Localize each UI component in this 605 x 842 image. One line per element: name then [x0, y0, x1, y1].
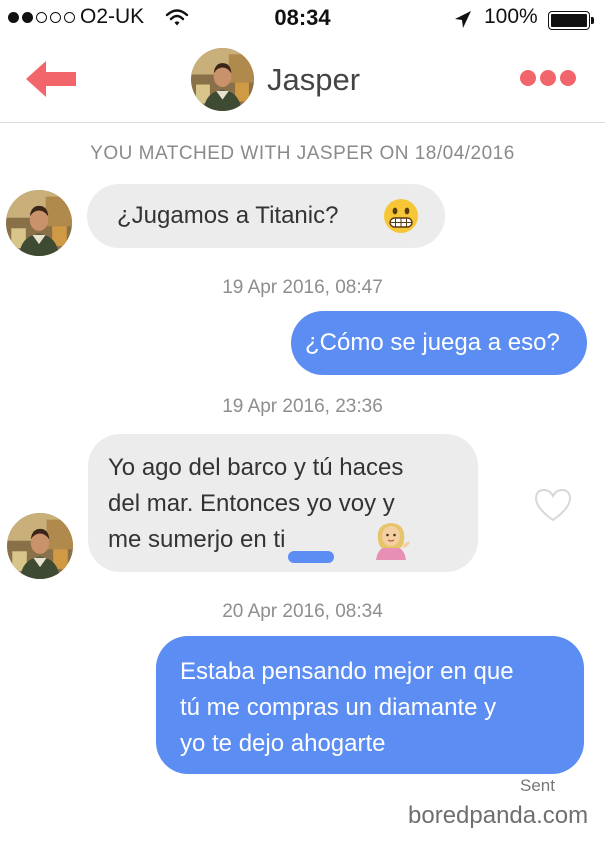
message-line: yo te dejo ahogarte	[180, 730, 386, 757]
battery-icon	[548, 11, 590, 30]
typing-indicator	[288, 551, 334, 563]
back-arrow-icon[interactable]	[22, 56, 80, 102]
incoming-message-bubble[interactable]: ¿Jugamos a Titanic?	[87, 184, 445, 248]
message-line: Yo ago del barco y tú haces	[108, 454, 404, 481]
message-text: ¿Cómo se juega a eso?	[305, 329, 560, 356]
header-avatar[interactable]	[191, 48, 254, 111]
outgoing-message-bubble[interactable]: Estaba pensando mejor en que tú me compr…	[156, 636, 584, 774]
message-timestamp: 20 Apr 2016, 08:34	[222, 601, 383, 622]
outgoing-message-bubble[interactable]: ¿Cómo se juega a eso?	[291, 311, 587, 375]
battery-percent: 100%	[484, 5, 538, 28]
message-timestamp: 19 Apr 2016, 08:47	[222, 277, 383, 298]
heart-outline-icon[interactable]	[533, 487, 573, 523]
person-tipping-hand-emoji	[376, 523, 410, 560]
incoming-message-bubble[interactable]: Yo ago del barco y tú haces del mar. Ent…	[88, 434, 478, 572]
message-line: tú me compras un diamante y	[180, 694, 497, 721]
sender-avatar[interactable]	[7, 513, 73, 579]
grimacing-face-emoji	[384, 199, 418, 233]
header-divider	[0, 122, 605, 123]
contact-name[interactable]: Jasper	[267, 62, 360, 98]
battery-tip	[591, 17, 594, 24]
message-line: del mar. Entonces yo voy y	[108, 490, 395, 517]
message-line: Estaba pensando mejor en que	[180, 658, 514, 685]
message-timestamp: 19 Apr 2016, 23:36	[222, 396, 383, 417]
watermark: boredpanda.com	[408, 802, 589, 829]
status-bar: O2-UK 08:34 100%	[0, 0, 605, 40]
sent-status: Sent	[520, 776, 555, 795]
sender-avatar[interactable]	[6, 190, 72, 256]
message-line: me sumerjo en ti	[108, 526, 286, 553]
location-arrow-icon	[455, 11, 471, 28]
match-banner: YOU MATCHED WITH JASPER ON 18/04/2016	[90, 143, 515, 164]
message-text: ¿Jugamos a Titanic?	[117, 202, 339, 229]
more-dots-icon[interactable]	[520, 70, 576, 86]
